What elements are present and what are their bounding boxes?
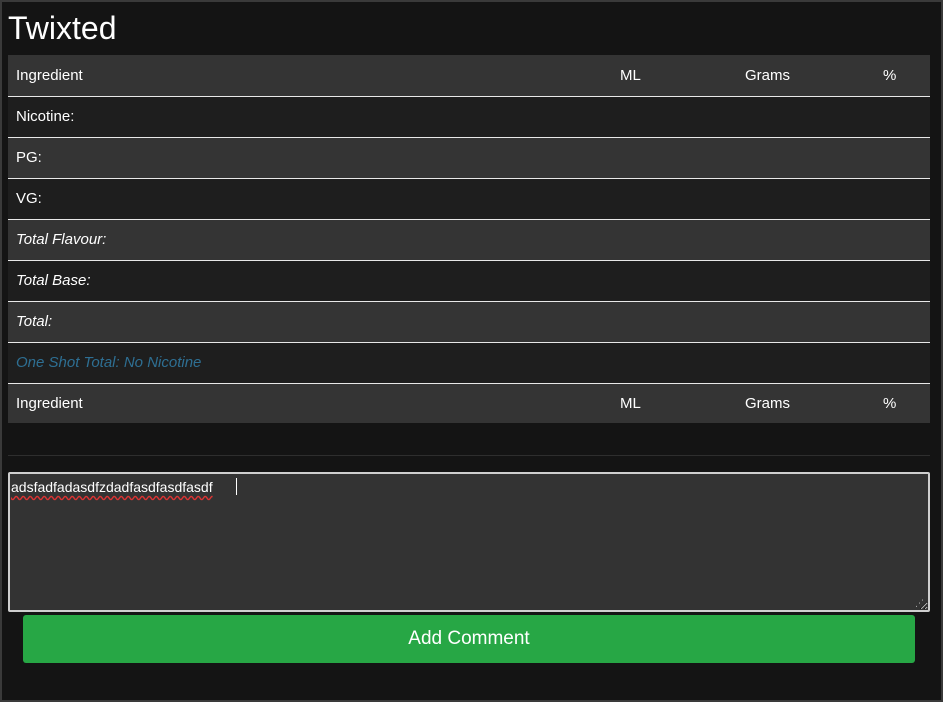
text-caret	[236, 478, 237, 495]
table-row: Total:	[8, 301, 930, 343]
add-comment-button[interactable]: Add Comment	[23, 615, 915, 663]
row-label-total-base: Total Base:	[8, 260, 612, 302]
header-grams: Grams	[737, 55, 875, 97]
table-row: Total Base:	[8, 260, 930, 302]
header-ingredient: Ingredient	[8, 55, 612, 97]
footer-ml: ML	[612, 383, 737, 423]
table-footer-row: Ingredient ML Grams %	[8, 383, 930, 423]
header-ml: ML	[612, 55, 737, 97]
table-header-row: Ingredient ML Grams %	[8, 55, 930, 97]
resize-grip-icon[interactable]: ⋰	[915, 598, 925, 608]
row-label-pg: PG:	[8, 137, 612, 179]
header-percent: %	[875, 55, 930, 97]
row-label-total: Total:	[8, 301, 612, 343]
recipe-table: Ingredient ML Grams % Nicotine: PG: VG: …	[8, 55, 930, 423]
table-row: VG:	[8, 178, 930, 220]
table-row: Nicotine:	[8, 96, 930, 138]
table-row: Total Flavour:	[8, 219, 930, 261]
row-label-nicotine: Nicotine:	[8, 96, 612, 138]
comment-textarea[interactable]	[8, 472, 930, 612]
row-label-total-flavour: Total Flavour:	[8, 219, 612, 261]
row-label-one-shot-total: One Shot Total: No Nicotine	[8, 342, 612, 384]
table-row: PG:	[8, 137, 930, 179]
table-row: One Shot Total: No Nicotine	[8, 342, 930, 384]
footer-grams: Grams	[737, 383, 875, 423]
footer-ingredient: Ingredient	[8, 383, 612, 423]
row-label-vg: VG:	[8, 178, 612, 220]
footer-percent: %	[875, 383, 930, 423]
section-divider	[8, 455, 930, 456]
page-title: Twixted	[8, 10, 117, 46]
